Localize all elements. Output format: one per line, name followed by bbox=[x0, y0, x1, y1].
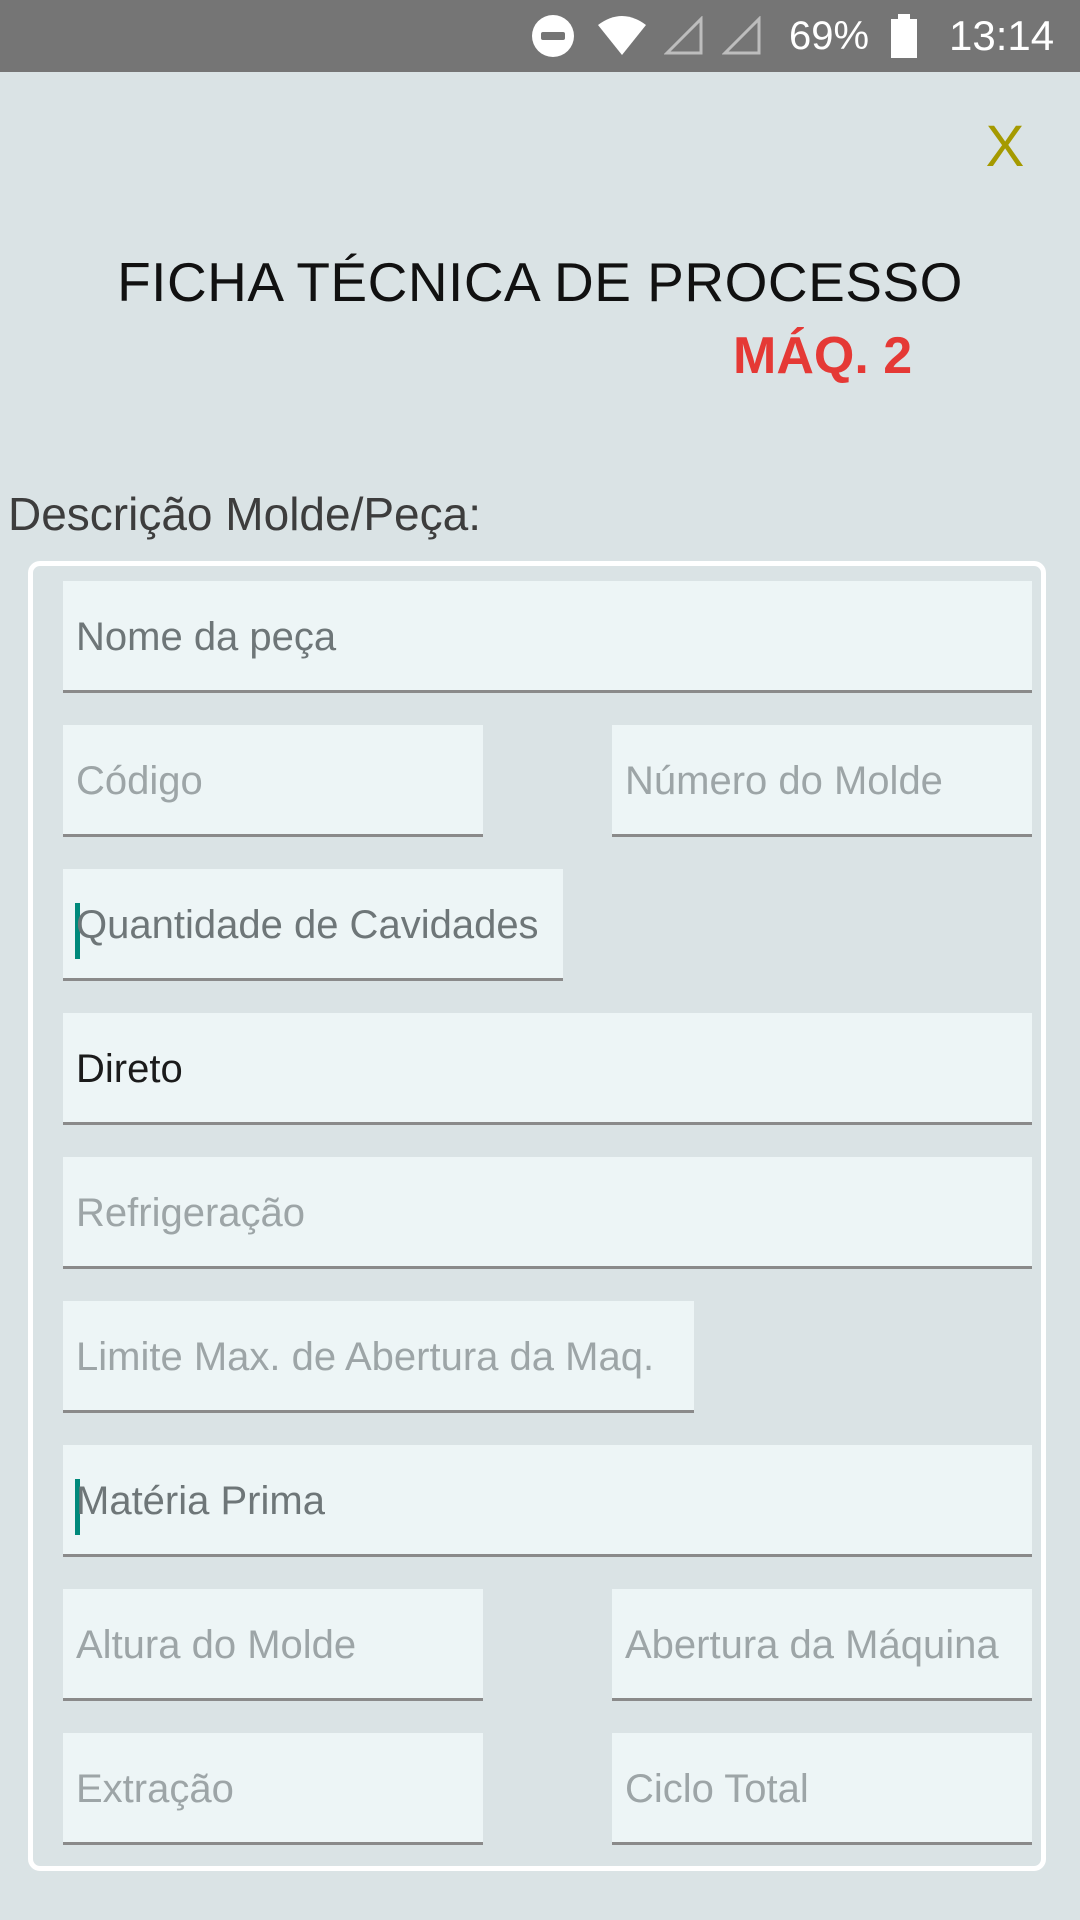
cavity-count-field[interactable]: Quantidade de Cavidades bbox=[63, 869, 563, 981]
injection-type-field[interactable]: Direto bbox=[63, 1013, 1032, 1125]
total-cycle-placeholder: Ciclo Total bbox=[625, 1767, 809, 1811]
mold-height-placeholder: Altura do Molde bbox=[76, 1623, 357, 1667]
signal-empty-icon bbox=[664, 0, 704, 72]
clock: 13:14 bbox=[949, 12, 1055, 59]
max-opening-limit-field[interactable]: Limite Max. de Abertura da Maq. bbox=[63, 1301, 694, 1413]
extraction-placeholder: Extração bbox=[76, 1767, 234, 1811]
cavity-count-placeholder: Quantidade de Cavidades bbox=[76, 903, 539, 947]
section-label: Descrição Molde/Peça: bbox=[8, 488, 481, 540]
battery-percent: 69% bbox=[789, 13, 870, 58]
battery-icon bbox=[889, 0, 919, 72]
mold-height-field[interactable]: Altura do Molde bbox=[63, 1589, 483, 1701]
signal-empty-icon bbox=[722, 0, 762, 72]
max-opening-limit-placeholder: Limite Max. de Abertura da Maq. bbox=[76, 1335, 655, 1379]
raw-material-field[interactable]: Matéria Prima bbox=[63, 1445, 1032, 1557]
do-not-disturb-icon bbox=[530, 0, 576, 72]
raw-material-placeholder: Matéria Prima bbox=[76, 1479, 325, 1523]
machine-opening-placeholder: Abertura da Máquina bbox=[625, 1623, 999, 1667]
machine-opening-field[interactable]: Abertura da Máquina bbox=[612, 1589, 1032, 1701]
page-title: FICHA TÉCNICA DE PROCESSO bbox=[117, 251, 963, 313]
part-name-placeholder: Nome da peça bbox=[76, 615, 337, 659]
machine-label: MÁQ. 2 bbox=[733, 327, 913, 385]
mold-number-placeholder: Número do Molde bbox=[625, 759, 943, 803]
wifi-icon bbox=[596, 0, 648, 72]
cooling-placeholder: Refrigeração bbox=[76, 1191, 306, 1235]
code-field[interactable]: Código bbox=[63, 725, 483, 837]
close-button[interactable]: X bbox=[975, 112, 1035, 182]
code-placeholder: Código bbox=[76, 759, 203, 803]
mold-number-field[interactable]: Número do Molde bbox=[612, 725, 1032, 837]
cooling-field[interactable]: Refrigeração bbox=[63, 1157, 1032, 1269]
extraction-field[interactable]: Extração bbox=[63, 1733, 483, 1845]
status-bar: 69% 13:14 bbox=[0, 0, 1080, 72]
part-name-field[interactable]: Nome da peça bbox=[63, 581, 1032, 693]
process-sheet-screen: X FICHA TÉCNICA DE PROCESSO MÁQ. 2 Descr… bbox=[0, 72, 1080, 1920]
injection-type-value: Direto bbox=[76, 1047, 183, 1091]
total-cycle-field[interactable]: Ciclo Total bbox=[612, 1733, 1032, 1845]
